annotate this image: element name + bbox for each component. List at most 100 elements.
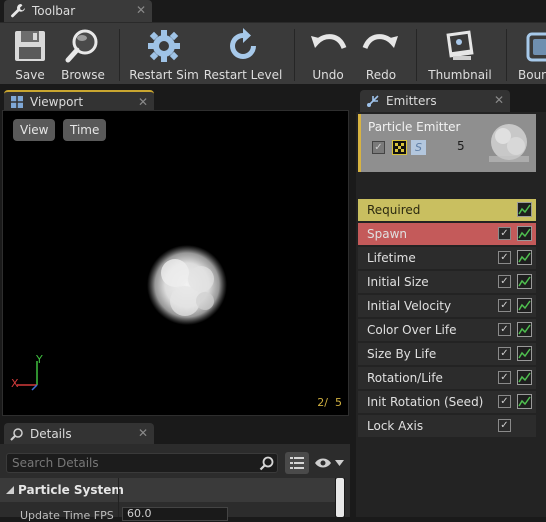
thumbnail-button[interactable]: Thumbnail (428, 23, 492, 85)
module-lifetime[interactable]: Lifetime ✓ (358, 247, 536, 269)
browse-button[interactable]: Browse (60, 23, 106, 85)
restart-sim-label: Restart Sim (129, 68, 199, 82)
emitters-tab[interactable]: Emitters ✕ (360, 90, 510, 112)
axis-y-label: Y (36, 353, 43, 366)
scrollbar-thumb[interactable] (336, 478, 344, 517)
details-column-divider (118, 478, 119, 517)
details-scrollbar[interactable] (335, 478, 345, 517)
restart-level-button[interactable]: Restart Level (203, 23, 283, 85)
module-size-by-life[interactable]: Size By Life ✓ (358, 343, 536, 365)
emitter-enable-checkbox[interactable]: ✓ (372, 141, 385, 154)
curve-graph-icon[interactable] (517, 394, 532, 409)
particle-preview (145, 243, 229, 327)
emitter-solo-badge[interactable]: S (411, 140, 426, 155)
details-panel: Search Details Particle System Update Ti… (0, 444, 350, 522)
module-required[interactable]: Required (358, 199, 536, 221)
visibility-dropdown[interactable] (314, 455, 346, 471)
curve-graph-icon[interactable] (517, 298, 532, 313)
curve-graph-icon[interactable] (517, 202, 532, 217)
undo-label: Undo (312, 68, 344, 82)
viewport[interactable]: View Time Y X 2/ 5 (2, 110, 349, 416)
save-button[interactable]: Save (8, 23, 52, 85)
curve-graph-icon[interactable] (517, 346, 532, 361)
viewport-tab-label: Viewport (30, 95, 84, 109)
property-value: 60.0 (127, 507, 152, 520)
list-icon (290, 457, 304, 469)
module-initial-size[interactable]: Initial Size ✓ (358, 271, 536, 293)
thumbnail-icon (441, 27, 479, 65)
module-lock-axis[interactable]: Lock Axis ✓ (358, 415, 536, 437)
details-magnifier-icon (10, 427, 24, 441)
module-label: Lock Axis (367, 419, 424, 433)
curve-graph-icon[interactable] (517, 250, 532, 265)
emitter-header[interactable]: Particle Emitter ✓ S 5 (358, 114, 536, 172)
viewport-tab[interactable]: Viewport ✕ (4, 90, 154, 112)
toolbar-tab-label: Toolbar (32, 4, 76, 18)
module-label: Color Over Life (367, 323, 457, 337)
module-enable-checkbox[interactable]: ✓ (498, 419, 511, 432)
bounds-button[interactable]: Boun (518, 23, 546, 85)
module-enable-checkbox[interactable]: ✓ (498, 371, 511, 384)
curve-graph-icon[interactable] (517, 370, 532, 385)
module-spawn[interactable]: Spawn ✓ (358, 223, 536, 245)
property-label: Update Time FPS (20, 509, 114, 522)
emitter-thumbnail (483, 116, 535, 168)
details-tab-label: Details (30, 427, 72, 441)
module-label: Rotation/Life (367, 371, 443, 385)
close-icon[interactable]: ✕ (138, 95, 148, 109)
toolbar-tab[interactable]: Toolbar ✕ (4, 0, 152, 22)
module-enable-checkbox[interactable]: ✓ (498, 299, 511, 312)
section-particle-system[interactable]: Particle System (0, 478, 335, 502)
redo-button[interactable]: Redo (359, 23, 403, 85)
module-enable-checkbox[interactable]: ✓ (498, 395, 511, 408)
close-icon[interactable]: ✕ (138, 426, 148, 440)
module-label: Required (367, 203, 421, 217)
toolbar-separator (294, 29, 295, 81)
particle-counter: 2/ 5 (317, 396, 342, 409)
search-placeholder: Search Details (12, 456, 99, 470)
restart-level-label: Restart Level (203, 68, 283, 82)
module-enable-checkbox[interactable]: ✓ (498, 251, 511, 264)
module-rotation-life[interactable]: Rotation/Life ✓ (358, 367, 536, 389)
toolbar-separator (416, 29, 417, 81)
bounds-label: Boun (518, 68, 546, 82)
module-init-rotation-seed[interactable]: Init Rotation (Seed) ✓ (358, 391, 536, 413)
module-enable-checkbox[interactable]: ✓ (498, 323, 511, 336)
details-tab[interactable]: Details ✕ (4, 423, 154, 445)
gear-refresh-icon (145, 27, 183, 65)
module-enable-checkbox[interactable]: ✓ (498, 347, 511, 360)
toolbar: Save Browse Restart Sim Restart Level Un… (0, 22, 546, 84)
close-icon[interactable]: ✕ (136, 3, 146, 17)
list-view-button[interactable] (285, 452, 309, 474)
module-enable-checkbox[interactable]: ✓ (498, 275, 511, 288)
module-label: Size By Life (367, 347, 437, 361)
section-title: Particle System (18, 483, 124, 497)
view-button[interactable]: View (13, 119, 56, 141)
eye-icon (315, 458, 331, 468)
module-initial-velocity[interactable]: Initial Velocity ✓ (358, 295, 536, 317)
module-enable-checkbox[interactable]: ✓ (498, 227, 511, 240)
search-details-input[interactable]: Search Details (6, 453, 278, 473)
module-color-over-life[interactable]: Color Over Life ✓ (358, 319, 536, 341)
save-label: Save (15, 68, 45, 82)
search-icon[interactable] (259, 456, 274, 474)
toolbar-separator (119, 29, 120, 81)
emitter-name: Particle Emitter (368, 120, 461, 134)
bounds-icon (518, 27, 546, 65)
time-button[interactable]: Time (63, 119, 107, 141)
undo-arrow-icon (309, 27, 347, 65)
close-icon[interactable]: ✕ (494, 93, 504, 107)
restart-sim-button[interactable]: Restart Sim (129, 23, 199, 85)
curve-graph-icon[interactable] (517, 274, 532, 289)
chevron-down-icon (335, 460, 344, 466)
emitter-particle-count: 5 (457, 139, 465, 153)
curve-graph-icon[interactable] (517, 226, 532, 241)
save-disk-icon (11, 27, 49, 65)
curve-graph-icon[interactable] (517, 322, 532, 337)
update-time-fps-field[interactable]: 60.0 (122, 507, 228, 521)
redo-label: Redo (365, 68, 397, 82)
undo-button[interactable]: Undo (306, 23, 350, 85)
emitter-lod-icon[interactable] (392, 140, 407, 155)
module-label: Spawn (367, 227, 408, 241)
axis-x-label: X (11, 377, 19, 390)
